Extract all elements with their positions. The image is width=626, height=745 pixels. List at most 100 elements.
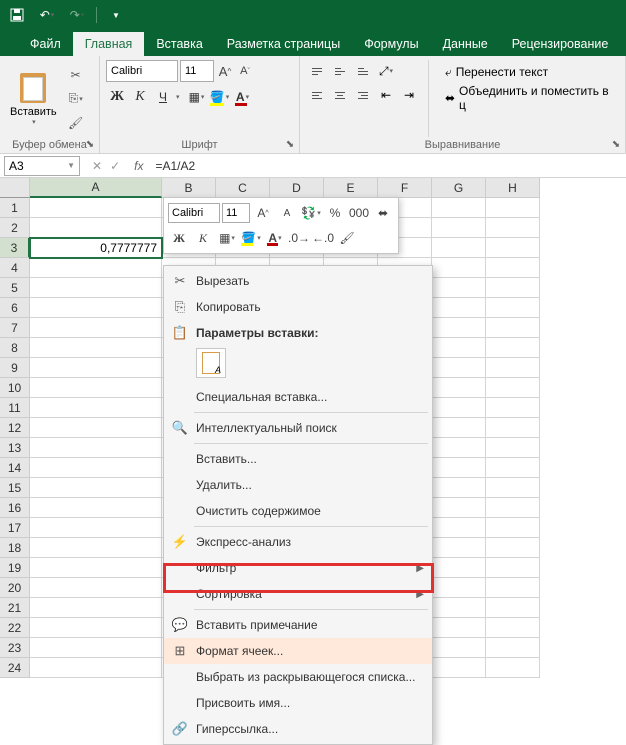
clipboard-launcher[interactable]: ⬊ xyxy=(83,137,97,151)
row-header-14[interactable]: 14 xyxy=(0,458,30,478)
align-left-button[interactable] xyxy=(306,84,328,106)
column-header-G[interactable]: G xyxy=(432,178,486,198)
cell-A8[interactable] xyxy=(30,338,162,358)
mini-percent-button[interactable]: % xyxy=(324,202,346,224)
cell-G20[interactable] xyxy=(432,578,486,598)
row-header-4[interactable]: 4 xyxy=(0,258,30,278)
cell-A22[interactable] xyxy=(30,618,162,638)
mini-borders[interactable]: ▦▾ xyxy=(216,227,238,249)
cell-A18[interactable] xyxy=(30,538,162,558)
undo-button[interactable]: ↶▾ xyxy=(36,4,58,26)
font-color-button[interactable]: A▾ xyxy=(232,86,254,108)
cell-H12[interactable] xyxy=(486,418,540,438)
cm-delete[interactable]: Удалить... xyxy=(164,472,432,498)
cm-insert[interactable]: Вставить... xyxy=(164,446,432,472)
cell-G17[interactable] xyxy=(432,518,486,538)
cell-A23[interactable] xyxy=(30,638,162,658)
tab-page-layout[interactable]: Разметка страницы xyxy=(215,32,352,56)
mini-format-painter[interactable]: 🖌 xyxy=(336,227,358,249)
tab-data[interactable]: Данные xyxy=(431,32,500,56)
cell-H23[interactable] xyxy=(486,638,540,658)
orientation-button[interactable]: ⤢▾ xyxy=(375,60,397,82)
merge-center-button[interactable]: ⬌ Объединить и поместить в ц xyxy=(441,86,619,110)
cm-quick-analysis[interactable]: ⚡Экспресс-анализ xyxy=(164,529,432,555)
row-header-12[interactable]: 12 xyxy=(0,418,30,438)
tab-file[interactable]: Файл xyxy=(18,32,73,56)
row-header-1[interactable]: 1 xyxy=(0,198,30,218)
cell-G16[interactable] xyxy=(432,498,486,518)
save-button[interactable] xyxy=(6,4,28,26)
mini-italic[interactable]: К xyxy=(192,227,214,249)
cell-G21[interactable] xyxy=(432,598,486,618)
cell-A17[interactable] xyxy=(30,518,162,538)
mini-font-color[interactable]: A▾ xyxy=(264,227,286,249)
cell-A7[interactable] xyxy=(30,318,162,338)
tab-formulas[interactable]: Формулы xyxy=(352,32,430,56)
cell-G22[interactable] xyxy=(432,618,486,638)
cell-A20[interactable] xyxy=(30,578,162,598)
cell-A9[interactable] xyxy=(30,358,162,378)
cell-G5[interactable] xyxy=(432,278,486,298)
decrease-indent-button[interactable]: ⇤ xyxy=(375,84,397,106)
mini-fill-color[interactable]: 🪣▾ xyxy=(240,227,262,249)
cell-A13[interactable] xyxy=(30,438,162,458)
cell-G24[interactable] xyxy=(432,658,486,678)
cell-H3[interactable] xyxy=(486,238,540,258)
tab-home[interactable]: Главная xyxy=(73,32,145,56)
cell-H5[interactable] xyxy=(486,278,540,298)
font-size-input[interactable] xyxy=(180,60,214,82)
paste-option-values[interactable]: A xyxy=(196,348,226,378)
cell-H20[interactable] xyxy=(486,578,540,598)
column-header-A[interactable]: A xyxy=(30,178,162,198)
bold-button[interactable]: Ж xyxy=(106,86,128,108)
cm-sort[interactable]: Сортировка▶ xyxy=(164,581,432,607)
cm-pick-from-dropdown[interactable]: Выбрать из раскрывающегося списка... xyxy=(164,664,432,690)
row-header-15[interactable]: 15 xyxy=(0,478,30,498)
row-header-22[interactable]: 22 xyxy=(0,618,30,638)
cell-H1[interactable] xyxy=(486,198,540,218)
row-header-23[interactable]: 23 xyxy=(0,638,30,658)
tab-insert[interactable]: Вставка xyxy=(144,32,214,56)
cm-define-name[interactable]: Присвоить имя... xyxy=(164,690,432,716)
cm-copy[interactable]: ⎘Копировать xyxy=(164,294,432,320)
column-header-D[interactable]: D xyxy=(270,178,324,198)
alignment-launcher[interactable]: ⬊ xyxy=(609,137,623,151)
mini-decrease-decimal[interactable]: ←.0 xyxy=(312,227,334,249)
mini-merge-button[interactable]: ⬌ xyxy=(372,202,394,224)
cell-A12[interactable] xyxy=(30,418,162,438)
mini-font-size[interactable] xyxy=(222,203,250,223)
cell-A3[interactable]: 0,7777777 xyxy=(30,238,162,258)
mini-font-name[interactable] xyxy=(168,203,220,223)
cm-smart-lookup[interactable]: 🔍Интеллектуальный поиск xyxy=(164,415,432,441)
align-middle-button[interactable] xyxy=(329,60,351,82)
name-box[interactable]: A3▼ xyxy=(4,156,80,176)
cell-G1[interactable] xyxy=(432,198,486,218)
column-header-C[interactable]: C xyxy=(216,178,270,198)
cut-button[interactable]: ✂ xyxy=(65,64,87,86)
cell-H10[interactable] xyxy=(486,378,540,398)
increase-font-button[interactable]: A^ xyxy=(216,61,234,81)
cell-H17[interactable] xyxy=(486,518,540,538)
cell-A1[interactable] xyxy=(30,198,162,218)
row-header-21[interactable]: 21 xyxy=(0,598,30,618)
qat-customize[interactable]: ▼ xyxy=(105,4,127,26)
row-header-5[interactable]: 5 xyxy=(0,278,30,298)
cell-H9[interactable] xyxy=(486,358,540,378)
cell-G3[interactable] xyxy=(432,238,486,258)
cell-G9[interactable] xyxy=(432,358,486,378)
cell-H2[interactable] xyxy=(486,218,540,238)
decrease-font-button[interactable]: Aˇ xyxy=(236,61,254,81)
cell-G15[interactable] xyxy=(432,478,486,498)
cell-A4[interactable] xyxy=(30,258,162,278)
column-header-E[interactable]: E xyxy=(324,178,378,198)
borders-button[interactable]: ▦▾ xyxy=(186,86,208,108)
mini-increase-decimal[interactable]: .0→ xyxy=(288,227,310,249)
column-header-B[interactable]: B xyxy=(162,178,216,198)
cell-H11[interactable] xyxy=(486,398,540,418)
font-launcher[interactable]: ⬊ xyxy=(283,137,297,151)
row-header-16[interactable]: 16 xyxy=(0,498,30,518)
cell-A10[interactable] xyxy=(30,378,162,398)
align-bottom-button[interactable] xyxy=(352,60,374,82)
row-header-10[interactable]: 10 xyxy=(0,378,30,398)
cell-G23[interactable] xyxy=(432,638,486,658)
